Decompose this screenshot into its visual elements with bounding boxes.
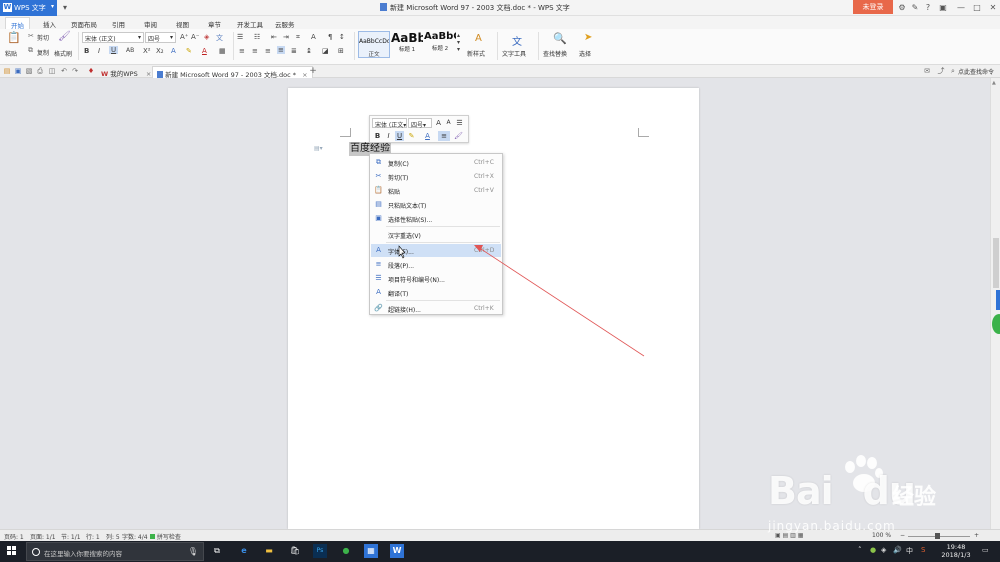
baidu-watermark: Bai du 经验 jingyan.baidu.com xyxy=(760,455,970,541)
status-spell-check[interactable]: 拼写检查 xyxy=(150,532,181,541)
notification-icon[interactable]: ▭ xyxy=(982,546,989,554)
mouse-cursor-icon xyxy=(398,245,406,259)
checkbox-icon xyxy=(150,534,155,539)
taskbar-clock[interactable]: 19:48 2018/1/3 xyxy=(940,543,972,559)
tray-volume-icon[interactable]: 🔊 xyxy=(893,546,902,554)
status-pages[interactable]: 页面: 1/1 xyxy=(30,532,56,541)
watermark-url: jingyan.baidu.com xyxy=(768,519,896,533)
browser-360-icon[interactable]: ● xyxy=(339,544,353,558)
microphone-icon[interactable]: 🎙 xyxy=(188,547,198,556)
status-line: 行: 1 xyxy=(86,534,100,541)
annotation-arrowhead xyxy=(474,245,483,252)
status-column: 列: 5 xyxy=(106,534,120,541)
task-view-icon[interactable]: ⧉ xyxy=(210,544,224,558)
edge-icon[interactable]: e xyxy=(237,544,251,558)
watermark-cn: 经验 xyxy=(892,485,937,510)
file-explorer-icon[interactable]: ▬ xyxy=(262,544,276,558)
annotation-arrow-line xyxy=(480,248,645,357)
windows-taskbar: 在这里输入你要搜索的内容 🎙 ⧉ e ▬ 🛍 Ps ● ▦ W ˄ ● ◈ 🔊 … xyxy=(0,541,1000,562)
tray-network-icon[interactable]: ◈ xyxy=(881,546,886,554)
status-page-number: 页码: 1 xyxy=(4,534,24,541)
start-windows-icon[interactable] xyxy=(7,546,17,556)
cortana-icon xyxy=(32,548,40,556)
status-section: 节: 1/1 xyxy=(61,534,81,541)
app-grid-icon[interactable]: ▦ xyxy=(364,544,378,558)
tray-app-icon[interactable]: ● xyxy=(870,546,876,554)
store-icon[interactable]: 🛍 xyxy=(288,544,302,558)
zoom-in-icon[interactable]: + xyxy=(974,532,979,539)
ime-indicator[interactable]: 中 xyxy=(906,546,913,556)
tray-expand-icon[interactable]: ˄ xyxy=(858,546,862,554)
taskbar-search-box[interactable]: 在这里输入你要搜索的内容 🎙 xyxy=(26,542,204,561)
status-word-count[interactable]: 字数: 4/4 xyxy=(122,532,148,541)
tray-sogou-icon[interactable]: S xyxy=(921,546,925,554)
photoshop-icon[interactable]: Ps xyxy=(313,544,327,558)
wps-writer-taskbar-icon[interactable]: W xyxy=(390,544,404,558)
